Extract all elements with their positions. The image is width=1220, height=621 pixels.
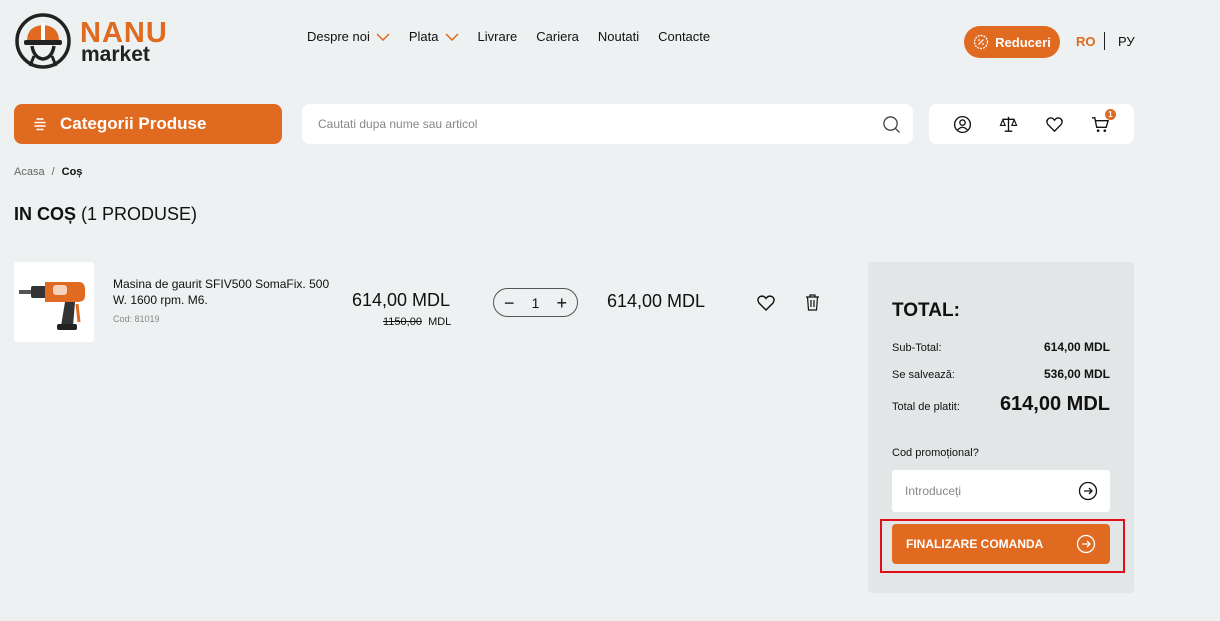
breadcrumb: Acasa / Coș [14,166,82,178]
nav-label: Contacte [658,29,711,44]
discount-badge-icon [974,34,989,50]
nav-item-cariera[interactable]: Cariera [536,29,579,44]
apply-promo-arrow-icon[interactable] [1078,481,1098,501]
menu-lines-icon [34,118,46,131]
nav-item-livrare[interactable]: Livrare [478,29,518,44]
increase-quantity-button[interactable]: + [556,294,567,312]
saved-label: Se salvează: [892,369,955,381]
heart-icon [1046,116,1063,132]
brand-sub: market [81,43,150,66]
reduceri-button[interactable]: Reduceri [964,26,1060,58]
line-total: 614,00 MDL [607,291,706,311]
breadcrumb-home[interactable]: Acasa [14,166,45,178]
nav-label: Noutati [597,29,640,44]
cart-button[interactable]: 1 [1091,109,1116,134]
chevron-down-icon [444,32,459,41]
remove-item-trash-icon[interactable] [805,293,820,311]
categories-button[interactable]: Categorii Produse [14,104,282,144]
reduceri-label: Reduceri [995,34,1051,50]
old-price-value: 1150,00 [383,316,422,328]
page-title-main: IN COȘ [14,204,77,224]
cart-count-badge: 1 [1104,109,1116,120]
checkout-button[interactable]: FINALIZARE COMANDA [892,524,1110,564]
nav-label: Livrare [477,29,518,44]
quantity-stepper: − 1 + [493,288,578,317]
subtotal-row: Sub-Total: 614,00 MDL [892,340,1110,354]
breadcrumb-current: Coș [61,166,83,178]
arrow-right-circle-icon [1076,534,1096,554]
account-button[interactable] [952,114,972,134]
compare-scale-icon [999,116,1018,132]
wishlist-button[interactable] [1045,114,1065,134]
product-code: Cod: 81019 [113,314,160,324]
quantity-value[interactable]: 1 [532,295,540,311]
search-bar [302,104,913,144]
search-input[interactable] [302,104,913,144]
total-row: Total de platit: 614,00 MDL [892,393,1110,416]
subtotal-value: 614,00 MDL [1043,340,1110,354]
product-image[interactable] [14,262,94,342]
site-logo[interactable]: NANU market [14,12,190,72]
summary-title: TOTAL: [892,300,960,321]
breadcrumb-separator: / [51,166,55,178]
product-old-price: 1150,00 MDL [383,316,451,328]
checkout-label: FINALIZARE COMANDA [906,537,1044,551]
search-icon[interactable] [882,115,901,134]
total-label: Total de platit: [892,401,960,413]
compare-button[interactable] [998,114,1018,134]
nav-label: Plata [408,29,439,44]
nav-label: Cariera [536,29,579,44]
lang-ru[interactable]: РУ [1118,34,1135,49]
nav-item-despre-noi[interactable]: Despre noi [307,29,390,44]
chevron-down-icon [376,32,390,41]
product-name[interactable]: Masina de gaurit SFIV500 SomaFix. 500 W.… [113,276,343,308]
nav-label: Despre noi [307,29,370,44]
saved-row: Se salvează: 536,00 MDL [892,367,1110,381]
user-icon [953,115,971,133]
lang-divider [1104,32,1105,50]
subtotal-label: Sub-Total: [892,342,942,354]
total-value: 614,00 MDL [999,393,1110,415]
add-to-wishlist-heart-icon[interactable] [756,293,776,313]
lang-ro[interactable]: RO [1076,34,1096,49]
nav-item-plata[interactable]: Plata [409,29,459,44]
drill-product-image [19,282,85,330]
old-price-currency: MDL [428,316,452,328]
nav-item-noutati[interactable]: Noutati [598,29,639,44]
decrease-quantity-button[interactable]: − [504,294,515,312]
promo-code-box [892,470,1110,512]
main-nav: Despre noi Plata Livrare Cariera Noutati… [307,29,710,44]
page-title-count: (1 PRODUSE) [81,204,198,224]
page-title: IN COȘ (1 PRODUSE) [14,204,197,225]
categories-label: Categorii Produse [60,114,207,133]
helmet-logo-icon [15,13,71,69]
saved-value: 536,00 MDL [1043,367,1110,381]
nav-item-contacte[interactable]: Contacte [658,29,710,44]
header-icons: 1 [929,104,1134,144]
product-price: 614,00 MDL [352,290,451,310]
promo-code-label: Cod promoțional? [892,447,979,459]
